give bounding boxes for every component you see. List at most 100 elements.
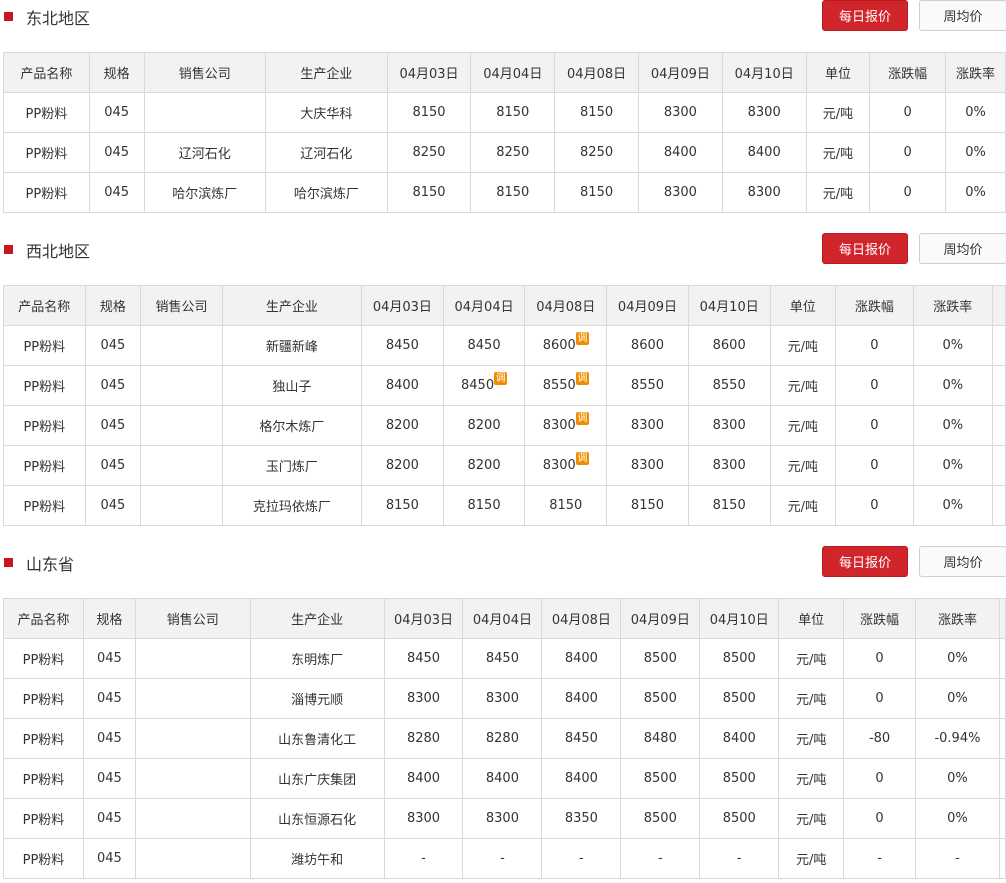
change-rate-cell: 0% [915, 798, 1000, 839]
header-sales-company: 销售公司 [134, 598, 251, 639]
unit-cell: 元/吨 [778, 718, 845, 759]
table-row: PP粉料 045 辽河石化 辽河石化 8250 8250 8250 8400 8400 元/吨 0 0… [3, 132, 1006, 173]
sales-company-cell [143, 92, 267, 133]
producer-cell: 格尔木炼厂 [221, 405, 363, 446]
daily-quote-button[interactable]: 每日报价 [822, 0, 908, 31]
price-cell: 8250 [386, 132, 472, 173]
product-link[interactable]: PP粉料 [3, 405, 86, 446]
price-cell: - [620, 838, 701, 879]
change-cell-text: 0 [875, 811, 884, 826]
product-link[interactable]: PP粉料 [3, 365, 86, 406]
product-link-text[interactable]: PP粉料 [23, 653, 65, 668]
price-cell: 8300 [721, 92, 807, 133]
change-rate-cell: 0% [915, 678, 1000, 719]
price-cell: 8450 [541, 718, 622, 759]
price-cell-text: 8280 [485, 731, 519, 746]
unit-cell-text: 元/吨 [787, 500, 818, 515]
product-link-text[interactable]: PP粉料 [26, 107, 68, 122]
price-cell: 8450 [442, 325, 526, 366]
product-link-text[interactable]: PP粉料 [23, 693, 65, 708]
sales-company-cell [140, 365, 223, 406]
product-link-text[interactable]: PP粉料 [23, 340, 65, 355]
product-link[interactable]: PP粉料 [3, 92, 90, 133]
spec-cell-text: 045 [100, 338, 126, 353]
weekly-average-button[interactable]: 周均价 [919, 233, 1006, 264]
daily-quote-button[interactable]: 每日报价 [822, 546, 908, 577]
product-link[interactable]: PP粉料 [3, 638, 84, 679]
product-link-text[interactable]: PP粉料 [23, 460, 65, 475]
change-rate-cell-text: 0% [942, 338, 964, 353]
price-cell: 8500 [699, 798, 780, 839]
change-rate-cell-text: 0% [947, 771, 968, 786]
producer-cell-text: 东明炼厂 [291, 653, 344, 668]
header-date-2: 04月04日 [462, 598, 543, 639]
product-link[interactable]: PP粉料 [3, 718, 84, 759]
unit-cell-text: 元/吨 [822, 147, 854, 162]
header-unit: 单位 [769, 285, 837, 326]
overflow-cell [998, 638, 1006, 679]
sales-company-cell [134, 678, 251, 719]
price-table: 产品名称 规格 销售公司 生产企业 04月03日 04月04日 04月08日 04月09日 04… [3, 52, 1006, 213]
price-cell: 8500 [620, 798, 701, 839]
header-date-4: 04月09日 [606, 285, 689, 326]
change-cell: - [843, 838, 917, 879]
product-link-text[interactable]: PP粉料 [23, 500, 65, 515]
product-link[interactable]: PP粉料 [3, 838, 84, 879]
unit-cell-text: 元/吨 [795, 653, 827, 668]
spec-cell: 045 [82, 838, 136, 879]
product-link[interactable]: PP粉料 [3, 798, 84, 839]
spec-cell: 045 [88, 132, 145, 173]
change-cell: 0 [843, 798, 917, 839]
price-cell: 8500 [699, 678, 780, 719]
product-link[interactable]: PP粉料 [3, 678, 84, 719]
header-producer: 生产企业 [221, 285, 363, 326]
header-producer: 生产企业 [249, 598, 385, 639]
product-link-text[interactable]: PP粉料 [23, 813, 65, 828]
unit-cell-text: 元/吨 [787, 420, 818, 435]
product-link[interactable]: PP粉料 [3, 758, 84, 799]
change-rate-cell-text: 0% [942, 378, 964, 393]
table-header-row: 产品名称 规格 销售公司 生产企业 04月03日 04月04日 04月08日 04月09日 04… [3, 598, 1006, 639]
change-cell-text: 0 [903, 145, 912, 160]
product-link-text[interactable]: PP粉料 [23, 853, 65, 868]
product-link-text[interactable]: PP粉料 [26, 147, 68, 162]
product-link-text[interactable]: PP粉料 [23, 380, 65, 395]
section-shandong: 山东省 每日报价 周均价 产品名称 规格 销售公司 生产企业 04月03日 04月04日 0… [0, 546, 1006, 879]
header-change: 涨跌幅 [843, 598, 917, 639]
price-cell: 8400 [383, 758, 464, 799]
product-link[interactable]: PP粉料 [3, 325, 86, 366]
table-header-row: 产品名称 规格 销售公司 生产企业 04月03日 04月04日 04月08日 04月09日 04… [3, 52, 1006, 93]
price-cell-text: 8600 [712, 338, 746, 353]
price-cell: 8200 [361, 405, 444, 446]
price-cell: 8200 [442, 445, 526, 486]
product-link[interactable]: PP粉料 [3, 445, 86, 486]
unit-cell: 元/吨 [769, 325, 837, 366]
sales-company-cell [140, 485, 223, 526]
sales-company-cell [140, 325, 223, 366]
product-link[interactable]: PP粉料 [3, 132, 90, 173]
price-cell: 8150 [470, 172, 556, 213]
change-rate-cell: 0% [945, 92, 1006, 133]
price-cell: 8300 [687, 445, 771, 486]
price-cell-text: 8300 [542, 458, 576, 473]
product-link[interactable]: PP粉料 [3, 172, 90, 213]
header-unit: 单位 [778, 598, 845, 639]
product-link-text[interactable]: PP粉料 [23, 773, 65, 788]
product-link[interactable]: PP粉料 [3, 485, 86, 526]
product-link-text[interactable]: PP粉料 [26, 187, 68, 202]
product-link-text[interactable]: PP粉料 [23, 420, 65, 435]
producer-cell: 辽河石化 [265, 132, 388, 173]
weekly-average-button[interactable]: 周均价 [919, 0, 1006, 31]
section-header: 东北地区 每日报价 周均价 [0, 0, 1006, 34]
spec-cell-text: 045 [100, 458, 126, 473]
section-header: 山东省 每日报价 周均价 [0, 546, 1006, 580]
change-rate-cell-text: 0% [965, 145, 986, 160]
daily-quote-button[interactable]: 每日报价 [822, 233, 908, 264]
section-marker [4, 558, 13, 567]
weekly-average-button[interactable]: 周均价 [919, 546, 1006, 577]
header-product-name: 产品名称 [3, 52, 90, 93]
product-link-text[interactable]: PP粉料 [23, 733, 65, 748]
change-cell-text: 0 [903, 185, 912, 200]
section-title: 山东省 [26, 555, 75, 574]
price-cell-text: 8300 [747, 185, 781, 200]
